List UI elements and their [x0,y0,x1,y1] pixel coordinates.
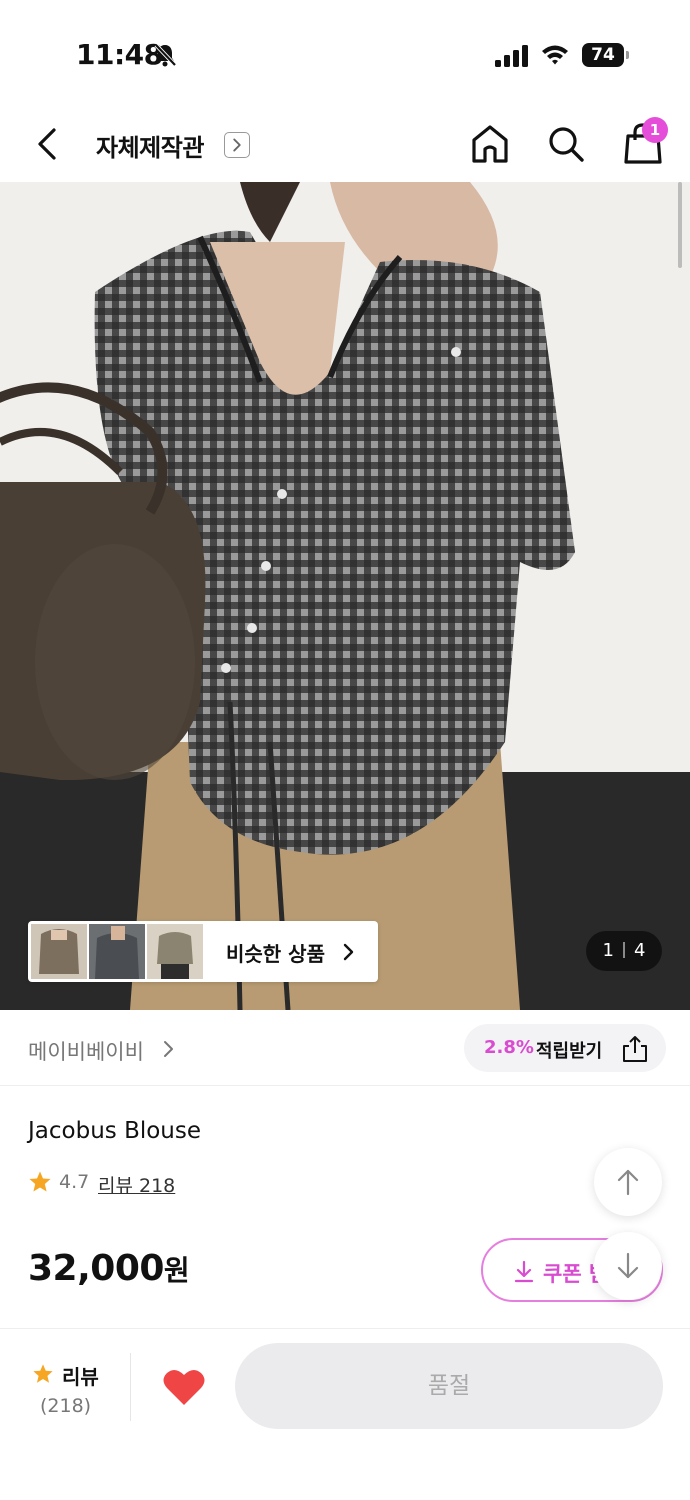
brand-name-link[interactable]: 메이비베이비 [28,1036,144,1066]
review-count: (218) [40,1395,92,1417]
soldout-button[interactable]: 품절 [235,1343,663,1429]
similar-products-label: 비슷한 상품 [226,942,325,966]
arrow-down-icon [617,1252,639,1279]
battery-level: 74 [582,43,624,67]
reward-rate: 2.8% [484,1037,534,1058]
battery-icon: 74 [582,43,630,67]
reward-label: 적립받기 [536,1041,603,1062]
scroll-bottom-button[interactable] [594,1232,662,1300]
divider [130,1353,131,1421]
price-amount: 32,000 [28,1248,164,1289]
download-icon [514,1260,534,1283]
page-total: 4 [634,940,646,961]
product-image-gallery[interactable] [0,182,690,1010]
home-icon[interactable] [470,122,510,166]
similar-product-thumb[interactable] [147,924,203,979]
page-title[interactable]: 자체제작관 [96,128,204,163]
top-nav: 자체제작관 [0,100,690,182]
similar-products-button[interactable]: 비슷한 상품 [28,921,378,982]
bottom-action-bar: 리뷰 (218) 품절 [0,1328,690,1500]
search-icon[interactable] [546,124,586,164]
review-count-link[interactable]: 리뷰 218 [98,1171,175,1198]
product-photo [0,182,690,1010]
share-icon[interactable] [620,1034,650,1064]
image-page-counter: 14 [586,931,662,971]
product-price: 32,000원 [28,1248,190,1289]
review-tab-button[interactable]: 리뷰 (218) [30,1359,110,1429]
scroll-indicator[interactable] [678,182,682,268]
arrow-up-icon [617,1169,639,1196]
back-chevron-icon[interactable] [30,124,64,164]
price-unit: 원 [163,1254,190,1287]
similar-product-thumb[interactable] [31,924,87,979]
chevron-right-icon [343,943,354,961]
heart-icon[interactable] [162,1367,206,1407]
status-bar: 11:48 74 [0,0,690,100]
wifi-icon [542,45,568,65]
reward-share-button[interactable]: 2.8% 적립받기 [464,1024,666,1072]
brand-row: 메이비베이비 2.8% 적립받기 [0,1010,690,1086]
rating-value: 4.7 [59,1171,90,1193]
chevron-right-box-icon[interactable] [224,132,250,158]
similar-product-thumb[interactable] [89,924,145,979]
review-label: 리뷰 [62,1365,99,1389]
star-icon [33,1364,53,1383]
status-time: 11:48 [76,38,163,71]
cart-count-badge[interactable]: 1 [642,117,668,143]
star-icon [29,1171,51,1192]
cellular-signal-icon [495,45,528,67]
product-name: Jacobus Blouse [28,1118,202,1144]
page-current: 1 [602,940,614,961]
bell-slash-icon [154,43,177,67]
chevron-right-icon[interactable] [162,1038,176,1060]
scroll-top-button[interactable] [594,1148,662,1216]
